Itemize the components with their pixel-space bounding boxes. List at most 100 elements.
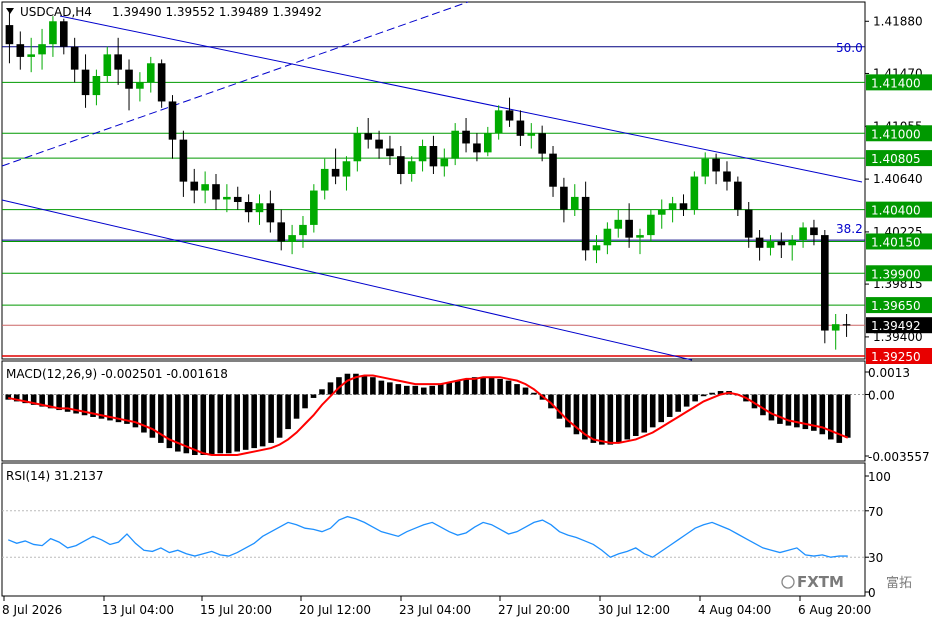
macd-bar [310,394,317,398]
macd-bar [344,373,351,395]
time-tick-label: 4 Aug 04:00 [698,603,771,617]
candle-body [701,158,710,177]
candle-body [625,219,633,238]
symbol-label: USDCAD,H4 [20,5,92,19]
candle-body [418,146,427,162]
price-tick-label: 1.41880 [873,14,923,28]
candle-body [16,44,25,57]
macd-bar [777,394,783,424]
macd-tick-label: 0.00 [868,388,895,402]
rsi-pane[interactable] [1,462,866,597]
macd-bar [768,394,775,421]
candle-body [103,54,112,76]
rsi-line: 100 70 30 0 [2,470,891,600]
candle-body [223,196,231,200]
macd-bar [658,394,664,423]
candle-body [581,196,590,251]
macd-bar [599,394,605,445]
rsi-label: RSI(14) 31.2137 [6,469,104,483]
candle-body [636,235,644,238]
candle-body [407,161,416,174]
candle-body [494,110,503,134]
candle-body [212,184,220,200]
rsi-tick-label: 70 [868,505,883,519]
price-label-text: 1.39650 [871,299,921,313]
candle-body [168,101,177,140]
watermark-cn: 富拓 [886,575,912,591]
candle-body [755,237,764,248]
time-tick-label: 30 Jul 12:00 [598,603,670,617]
macd-bar [641,394,648,433]
candle-body [146,63,155,83]
macd-bar [649,394,656,428]
time-tick-label: 27 Jul 20:00 [498,603,570,617]
macd-bar [828,394,834,440]
candle-body [483,133,492,153]
macd-bar [192,394,198,456]
macd-bar [616,394,622,443]
candle-body [255,203,264,213]
candle-body [201,184,209,191]
macd-bar [319,389,325,395]
macd-bar [361,375,368,395]
macd-bar [666,394,673,417]
candle-body [505,110,514,121]
triangle-down-icon[interactable] [6,8,14,14]
time-tick-label: 13 Jul 04:00 [102,603,174,617]
time-tick-label: 15 Jul 20:00 [200,603,272,617]
macd-bar [522,387,529,395]
candle-body [821,235,829,331]
candle-body [179,139,188,182]
macd-bar [488,377,495,395]
candle-body [810,227,818,236]
price-label-text: 1.41400 [871,76,921,90]
macd-bar [183,394,190,454]
candle-body [440,158,449,167]
trend-lines [1,1,863,361]
candle-body [744,209,753,238]
macd-bar [293,394,300,419]
chart-canvas[interactable]: 0.00130.00-0.003557 10070300 1.418801.41… [0,0,936,624]
macd-bar [844,394,851,438]
candle-body [788,240,797,246]
candle-body [136,82,144,89]
macd-bar [378,380,385,395]
fxtm-logo: FXTM 富拓 [781,573,912,591]
macd-bar [463,378,469,395]
macd-tick-label: 0.0013 [868,366,910,380]
candle-body [570,196,579,210]
macd-bar [420,387,427,395]
watermark-text: FXTM [797,573,844,591]
candle-body [647,214,655,236]
candle-body [516,120,525,136]
macd-bar [480,377,486,395]
candle-body [190,181,199,191]
candle-body [668,203,677,210]
macd-bar [404,385,410,395]
macd-bar [327,382,334,395]
candle-body [364,133,373,140]
candle-body [549,153,557,187]
macd-bar [412,385,419,395]
rsi-tick-label: 0 [868,586,876,600]
time-axis: 8 Jul 2026 13 Jul 04:00 15 Jul 20:00 20 Jul… [2,596,871,617]
candle-body [429,146,438,167]
rsi-tick-label: 100 [868,470,891,484]
candle-body [397,156,405,174]
macd-bar [700,394,707,397]
candle-body [560,186,568,210]
candle-body [799,227,807,241]
macd-bar [675,394,681,412]
candle-body [592,245,601,251]
candle-body [92,76,101,96]
time-tick-label: 20 Jul 12:00 [299,603,371,617]
price-label-text: 1.39250 [871,350,921,364]
ohlc-values: 1.39490 1.39552 1.39489 1.39492 [112,5,322,19]
candle-body [538,133,546,154]
candle-body [342,161,351,177]
macd-bar [429,385,436,395]
macd-bar [446,382,452,395]
candle-body [59,21,68,47]
candle-body [462,130,470,144]
macd-bar [268,394,274,443]
